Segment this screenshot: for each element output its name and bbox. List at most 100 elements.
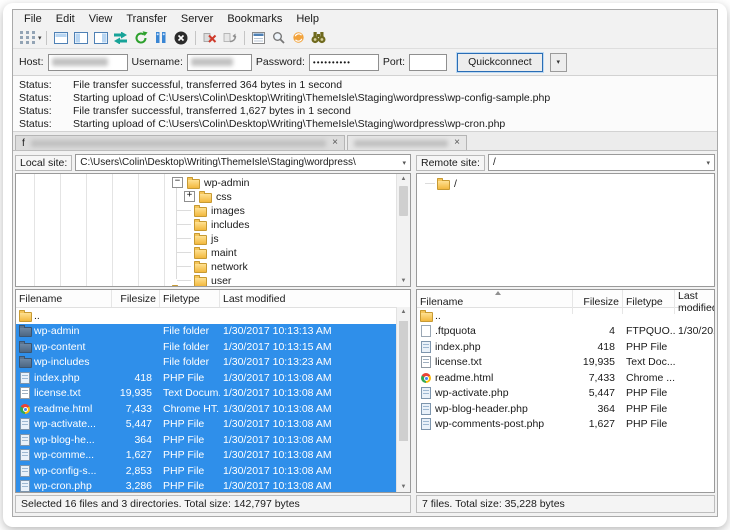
- table-row[interactable]: license.txt19,935 Text Docum...1/30/2017…: [16, 385, 410, 401]
- scrollbar-thumb[interactable]: [399, 321, 408, 441]
- disconnect-icon[interactable]: [200, 29, 220, 47]
- remote-site-bar: Remote site: / ▾: [416, 153, 715, 172]
- scrollbar-thumb[interactable]: [399, 186, 408, 216]
- expand-icon[interactable]: +: [184, 191, 195, 202]
- table-row[interactable]: index.php 418 PHP File: [417, 339, 714, 355]
- header-filename[interactable]: Filename: [16, 290, 112, 307]
- directory-listing-filters-icon[interactable]: [249, 29, 269, 47]
- folder-icon: [437, 177, 450, 190]
- combo-chevron-icon[interactable]: ▾: [398, 159, 406, 167]
- tree-vertical-scrollbar[interactable]: ▲ ▼: [396, 174, 410, 286]
- process-queue-icon[interactable]: [151, 29, 171, 47]
- local-selection-summary: Selected 16 files and 3 directories. Tot…: [21, 498, 300, 510]
- menu-help[interactable]: Help: [289, 13, 326, 25]
- tree-node-partial: [172, 284, 185, 286]
- menu-transfer[interactable]: Transfer: [119, 13, 174, 25]
- table-row[interactable]: readme.html 7,433 Chrome HT... 1/30/2017 1…: [16, 401, 410, 417]
- table-row[interactable]: wp-cron.php 3,286 PHP File 1/30/2017 10:13…: [16, 478, 410, 492]
- toggle-local-tree-icon[interactable]: [71, 29, 91, 47]
- folder-icon: [194, 274, 207, 286]
- tree-node-root[interactable]: /: [437, 177, 457, 190]
- table-row[interactable]: wp-blog-he... 364 PHP File 1/30/2017 10:13…: [16, 432, 410, 448]
- collapse-icon[interactable]: −: [172, 177, 183, 188]
- server-tab-inactive[interactable]: ×: [347, 135, 467, 150]
- host-input[interactable]: [47, 53, 128, 71]
- table-row[interactable]: readme.html 7,433 Chrome ...: [417, 370, 714, 386]
- log-line: Status: Starting upload of C:\Users\Colin…: [19, 92, 551, 104]
- remote-file-list: Filename Filesize Filetype Last modified…: [416, 289, 715, 493]
- menu-bookmarks[interactable]: Bookmarks: [220, 13, 289, 25]
- header-filetype[interactable]: Filetype: [160, 290, 220, 307]
- quickconnect-button[interactable]: Quickconnect: [456, 51, 544, 73]
- tree-node-user[interactable]: user: [194, 274, 231, 286]
- local-site-path-combobox[interactable]: C:\Users\Colin\Desktop\Writing\ThemeIsle…: [75, 154, 411, 171]
- tree-node-maint[interactable]: maint: [194, 246, 237, 259]
- php-file-icon: [20, 371, 30, 384]
- tree-node-js[interactable]: js: [194, 232, 219, 245]
- header-last-modified[interactable]: Last modified: [220, 290, 410, 307]
- menu-edit[interactable]: Edit: [49, 13, 82, 25]
- filezilla-window: File Edit View Transfer Server Bookmarks…: [12, 9, 718, 517]
- local-directory-tree[interactable]: − wp-admin + css images includes js main…: [15, 173, 411, 287]
- tab-close-icon[interactable]: ×: [332, 138, 338, 148]
- refresh-icon[interactable]: [131, 29, 151, 47]
- synchronized-browsing-icon[interactable]: [289, 29, 309, 47]
- tree-node-network[interactable]: network: [194, 260, 248, 273]
- scroll-up-icon[interactable]: ▲: [397, 309, 410, 315]
- table-row[interactable]: wp-comments-post.php 1,627 PHP File: [417, 417, 714, 433]
- header-filesize[interactable]: Filesize: [112, 290, 160, 307]
- folder-icon: [194, 218, 207, 231]
- menu-server[interactable]: Server: [174, 13, 220, 25]
- log-line: Status: File transfer successful, transfe…: [19, 79, 343, 91]
- menu-file[interactable]: File: [17, 13, 49, 25]
- folder-icon: [194, 204, 207, 217]
- scroll-up-icon[interactable]: ▲: [397, 176, 410, 182]
- table-row[interactable]: wp-config-s... 2,853 PHP File 1/30/2017 10…: [16, 463, 410, 479]
- local-site-label: Local site:: [15, 154, 73, 171]
- reconnect-icon[interactable]: [220, 29, 240, 47]
- tree-node-wp-admin[interactable]: − wp-admin: [172, 176, 250, 189]
- local-site-bar: Local site: C:\Users\Colin\Desktop\Writi…: [15, 153, 411, 172]
- site-manager-dropdown-icon[interactable]: ▾: [38, 34, 42, 42]
- table-row[interactable]: .ftpquota4 FTPQUO...1/30/2017 1: [417, 324, 714, 340]
- toggle-message-log-icon[interactable]: [51, 29, 71, 47]
- tree-node-images[interactable]: images: [194, 204, 245, 217]
- quickconnect-bar: Host: Username: Password: •••••••••• Por…: [13, 49, 717, 75]
- toggle-remote-tree-icon[interactable]: [91, 29, 111, 47]
- tab-close-icon[interactable]: ×: [454, 138, 460, 148]
- combo-chevron-icon[interactable]: ▾: [702, 159, 710, 167]
- find-files-icon[interactable]: [309, 29, 329, 47]
- port-input[interactable]: [409, 53, 448, 71]
- password-input[interactable]: ••••••••••: [308, 53, 379, 71]
- menu-view[interactable]: View: [82, 13, 120, 25]
- quickconnect-dropdown-icon[interactable]: ▾: [549, 52, 567, 72]
- remote-site-path-combobox[interactable]: / ▾: [487, 154, 715, 171]
- directory-comparison-icon[interactable]: [269, 29, 289, 47]
- folder-icon: [18, 325, 32, 338]
- table-row[interactable]: ..: [16, 308, 410, 324]
- table-row[interactable]: wp-activate... 5,447 PHP File 1/30/2017 10…: [16, 416, 410, 432]
- table-row[interactable]: wp-content File folder 1/30/2017 10:13:15…: [16, 339, 410, 355]
- tree-node-css[interactable]: + css: [184, 190, 232, 203]
- local-pane: Local site: C:\Users\Colin\Desktop\Writi…: [15, 153, 411, 513]
- table-row[interactable]: wp-admin File folder 1/30/2017 10:13:13 A…: [16, 323, 410, 339]
- server-tab-active[interactable]: f ×: [15, 135, 345, 150]
- cancel-operation-icon[interactable]: [171, 29, 191, 47]
- table-row[interactable]: index.php 418 PHP File 1/30/2017 10:13:08 …: [16, 370, 410, 386]
- table-row[interactable]: wp-includes File folder 1/30/2017 10:13:2…: [16, 354, 410, 370]
- table-row[interactable]: ..: [417, 308, 714, 324]
- toggle-transfer-queue-icon[interactable]: [111, 29, 131, 47]
- table-row[interactable]: wp-blog-header.php 364 PHP File: [417, 401, 714, 417]
- tree-line: [177, 238, 191, 239]
- scroll-down-icon[interactable]: ▼: [397, 278, 410, 284]
- table-row[interactable]: wp-comme... 1,627 PHP File 1/30/2017 10:13…: [16, 447, 410, 463]
- table-row[interactable]: license.txt 19,935 Text Doc...: [417, 355, 714, 371]
- local-list-body: .. wp-admin File folder 1/30/2017 10:13:1…: [16, 308, 410, 492]
- tree-node-includes[interactable]: includes: [194, 218, 250, 231]
- scroll-down-icon[interactable]: ▼: [397, 484, 410, 490]
- remote-directory-tree[interactable]: /: [416, 173, 715, 287]
- list-vertical-scrollbar[interactable]: ▲ ▼: [396, 307, 410, 492]
- table-row[interactable]: wp-activate.php 5,447 PHP File: [417, 386, 714, 402]
- username-input[interactable]: [186, 53, 252, 71]
- site-manager-icon[interactable]: [17, 29, 37, 47]
